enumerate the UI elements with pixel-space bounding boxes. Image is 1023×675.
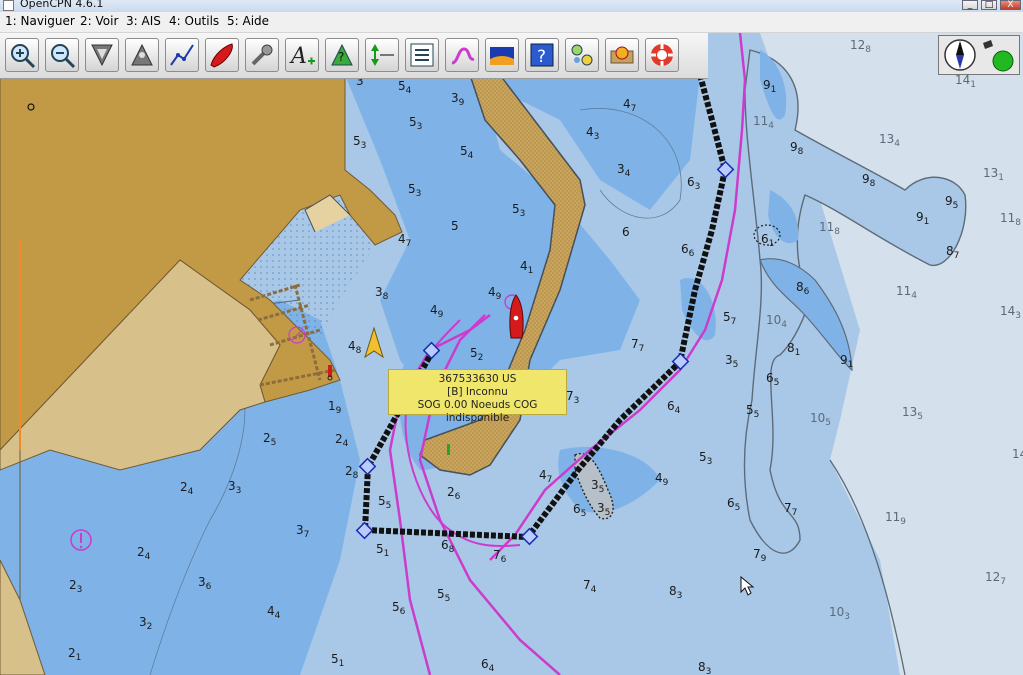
scale-in-icon — [91, 44, 113, 67]
scale-out-button[interactable] — [125, 38, 159, 72]
route-icon — [170, 44, 194, 66]
settings-wrench-icon — [251, 44, 273, 66]
menu-naviguer[interactable]: 1: Naviguer — [5, 14, 75, 28]
scale-out-icon — [131, 43, 153, 66]
zoom-in-button[interactable] — [5, 38, 39, 72]
nautical-chart[interactable]: 3 54 39 4753 4353 54346353535 647 664138 4949 574… — [0, 33, 1023, 675]
night-mode-icon — [490, 47, 514, 65]
track-button[interactable] — [445, 38, 479, 72]
minimize-button[interactable]: _ — [962, 0, 978, 10]
mob-button[interactable] — [645, 38, 679, 72]
help-button[interactable]: ? — [525, 38, 559, 72]
compass-gps-widget[interactable] — [938, 35, 1020, 75]
menu-ais[interactable]: 3: AIS — [126, 14, 161, 28]
current-icon: ? — [331, 43, 353, 66]
depth-sounding: 5 — [451, 219, 459, 233]
menu-voir[interactable]: 2: Voir — [80, 14, 118, 28]
maximize-button[interactable]: □ — [981, 0, 997, 10]
svg-text:?: ? — [537, 47, 546, 67]
ais-button[interactable] — [565, 38, 599, 72]
ais-class: [B] Inconnu — [447, 386, 508, 398]
current-button[interactable]: ? — [325, 38, 359, 72]
help-icon: ? — [530, 43, 554, 67]
gps-status-icon — [983, 40, 1014, 72]
list-button[interactable] — [405, 38, 439, 72]
night-mode-button[interactable] — [485, 38, 519, 72]
depth-sounding: 14 — [1012, 447, 1023, 461]
tide-icon — [371, 44, 394, 66]
app-icon — [3, 0, 14, 11]
settings-button[interactable] — [245, 38, 279, 72]
print-button[interactable] — [605, 38, 639, 72]
zoom-out-button[interactable] — [45, 38, 79, 72]
svg-text:?: ? — [338, 50, 344, 64]
tide-button[interactable] — [365, 38, 399, 72]
window-title: OpenCPN 4.6.1 — [20, 0, 104, 10]
route-button[interactable] — [165, 38, 199, 72]
menu-aide[interactable]: 5: Aide — [227, 14, 269, 28]
text-button[interactable]: A — [285, 38, 319, 72]
ais-mmsi: 367533630 US — [438, 373, 517, 385]
svg-text:A: A — [289, 44, 307, 69]
depth-sounding: 6 — [622, 225, 630, 239]
zoom-out-icon — [51, 44, 76, 69]
ownship-icon — [210, 43, 233, 68]
mob-icon — [651, 44, 673, 66]
menu-bar: 1: Naviguer 2: Voir 3: AIS 4: Outils 5: … — [0, 12, 1023, 33]
ais-sog-cog: SOG 0.00 Noeuds COG indisponible — [417, 399, 538, 424]
close-button[interactable]: X — [1000, 0, 1021, 10]
beacon-icon — [447, 444, 450, 455]
scale-in-button[interactable] — [85, 38, 119, 72]
text-icon: A — [289, 44, 315, 69]
ais-icon — [571, 44, 593, 66]
menu-outils[interactable]: 4: Outils — [169, 14, 219, 28]
follow-ownship-button[interactable] — [205, 38, 239, 72]
print-icon — [610, 46, 634, 64]
zoom-in-icon — [11, 44, 36, 69]
main-toolbar: A ? ? — [0, 33, 708, 79]
ais-target-tooltip: 367533630 US [B] Inconnu SOG 0.00 Noeuds… — [388, 369, 567, 424]
track-icon — [451, 47, 475, 65]
list-icon — [410, 43, 434, 67]
